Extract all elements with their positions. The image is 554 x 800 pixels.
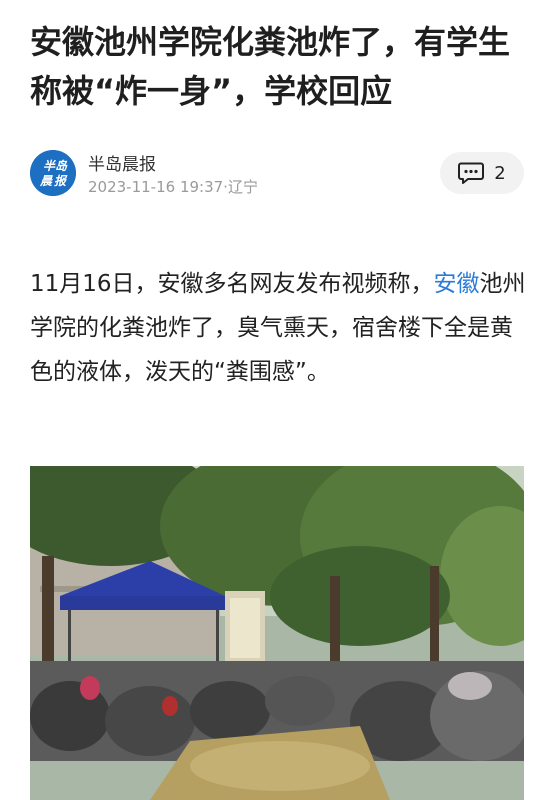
author-row: 半 岛 晨 报 半岛晨报 2023-11-16 19:37·辽宁 2 <box>30 148 524 200</box>
source-avatar[interactable]: 半 岛 晨 报 <box>30 150 76 196</box>
campus-photo <box>30 466 524 800</box>
comment-button[interactable]: 2 <box>440 152 524 194</box>
article-photo[interactable] <box>30 466 524 800</box>
source-name[interactable]: 半岛晨报 <box>88 150 156 175</box>
publish-meta: 2023-11-16 19:37·辽宁 <box>88 176 258 197</box>
body-text-1: 11月16日，安徽多名网友发布视频称， <box>30 271 434 297</box>
publish-datetime: 2023-11-16 19:37 <box>88 178 224 196</box>
article-title: 安徽池州学院化粪池炸了，有学生称被“炸一身”，学校回应 <box>30 23 511 110</box>
comment-icon <box>458 162 485 184</box>
body-link-anhui[interactable]: 安徽 <box>434 271 480 297</box>
svg-text:报: 报 <box>54 174 68 188</box>
comment-count: 2 <box>494 162 506 184</box>
publish-location: ·辽宁 <box>223 178 258 196</box>
article-body: 11月16日，安徽多名网友发布视频称，安徽池州学院的化粪池炸了，臭气熏天，宿舍楼… <box>30 262 526 394</box>
svg-text:晨: 晨 <box>39 174 53 188</box>
source-logo: 半 岛 晨 报 <box>30 150 76 196</box>
svg-text:岛: 岛 <box>55 159 68 173</box>
